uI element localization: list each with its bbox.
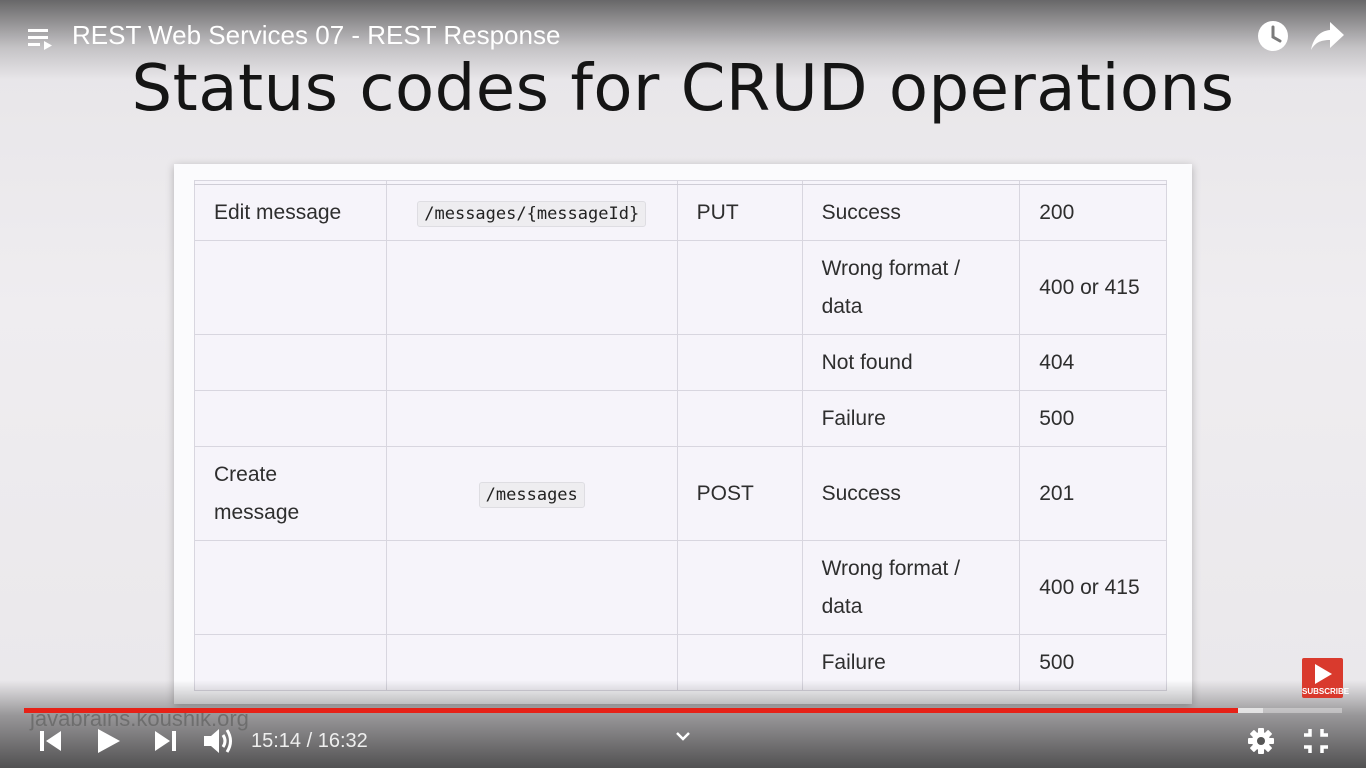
action-cell [194, 334, 387, 391]
action-cell [194, 540, 387, 635]
result-cell: Wrong format / data [801, 540, 1021, 635]
progress-bar[interactable] [24, 708, 1342, 713]
path-code: /messages [478, 481, 585, 508]
time-display: 15:14 / 16:32 [251, 730, 368, 753]
gear-icon[interactable] [1247, 727, 1275, 755]
result-cell: Success [801, 184, 1021, 241]
method-cell [676, 334, 803, 391]
method-cell: PUT [676, 184, 803, 241]
clock-icon[interactable] [1256, 19, 1290, 53]
action-cell: Create message [194, 446, 387, 541]
path-cell [385, 334, 678, 391]
video-title[interactable]: REST Web Services 07 - REST Response [72, 20, 560, 51]
result-cell: Not found [801, 334, 1021, 391]
exit-fullscreen-icon[interactable] [1302, 727, 1330, 755]
skip-next-icon[interactable] [152, 728, 178, 754]
time-separator: / [301, 730, 318, 752]
table-row: Failure 500 [194, 390, 1167, 447]
action-cell: Edit message [194, 184, 387, 241]
result-cell: Failure [801, 390, 1021, 447]
player-controls: 15:14 / 16:32 [0, 718, 1366, 768]
path-cell [385, 390, 678, 447]
code-cell: 201 [1019, 446, 1167, 541]
path-cell [385, 240, 678, 335]
player-title-bar: REST Web Services 07 - REST Response [0, 0, 1366, 72]
current-time: 15:14 [251, 730, 302, 752]
path-code: /messages/{messageId} [417, 200, 647, 227]
result-cell: Wrong format / data [801, 240, 1021, 335]
chevron-down-icon[interactable] [675, 730, 691, 742]
play-icon[interactable] [94, 726, 122, 756]
subscribe-label: SUBSCRIBE [1302, 687, 1350, 696]
duration: 16:32 [317, 730, 368, 752]
method-cell: POST [676, 446, 803, 541]
code-cell: 500 [1019, 390, 1167, 447]
played-progress [24, 708, 1238, 713]
result-cell: Success [801, 446, 1021, 541]
table-row: Create message /messages POST Success 20… [194, 446, 1167, 541]
code-cell: 404 [1019, 334, 1167, 391]
table-row: Edit message /messages/{messageId} PUT S… [194, 184, 1167, 241]
volume-icon[interactable] [202, 725, 236, 757]
table-row: Wrong format / data 400 or 415 [194, 240, 1167, 335]
status-codes-table: Edit message /messages/{messageId} PUT S… [194, 180, 1167, 691]
code-cell: 200 [1019, 184, 1167, 241]
method-cell [676, 390, 803, 447]
share-arrow-icon[interactable] [1310, 20, 1346, 52]
code-cell: 400 or 415 [1019, 540, 1167, 635]
playlist-icon[interactable] [28, 26, 54, 50]
path-cell: /messages/{messageId} [385, 184, 678, 241]
path-cell [385, 540, 678, 635]
method-cell [676, 540, 803, 635]
subscribe-button[interactable]: SUBSCRIBE [1302, 658, 1350, 698]
table-row: Wrong format / data 400 or 415 [194, 540, 1167, 635]
action-cell [194, 240, 387, 335]
code-cell: 400 or 415 [1019, 240, 1167, 335]
skip-previous-icon[interactable] [38, 728, 64, 754]
method-cell [676, 240, 803, 335]
table-row: Not found 404 [194, 334, 1167, 391]
action-cell [194, 390, 387, 447]
slide-table-card: Edit message /messages/{messageId} PUT S… [174, 164, 1192, 704]
path-cell: /messages [385, 446, 678, 541]
